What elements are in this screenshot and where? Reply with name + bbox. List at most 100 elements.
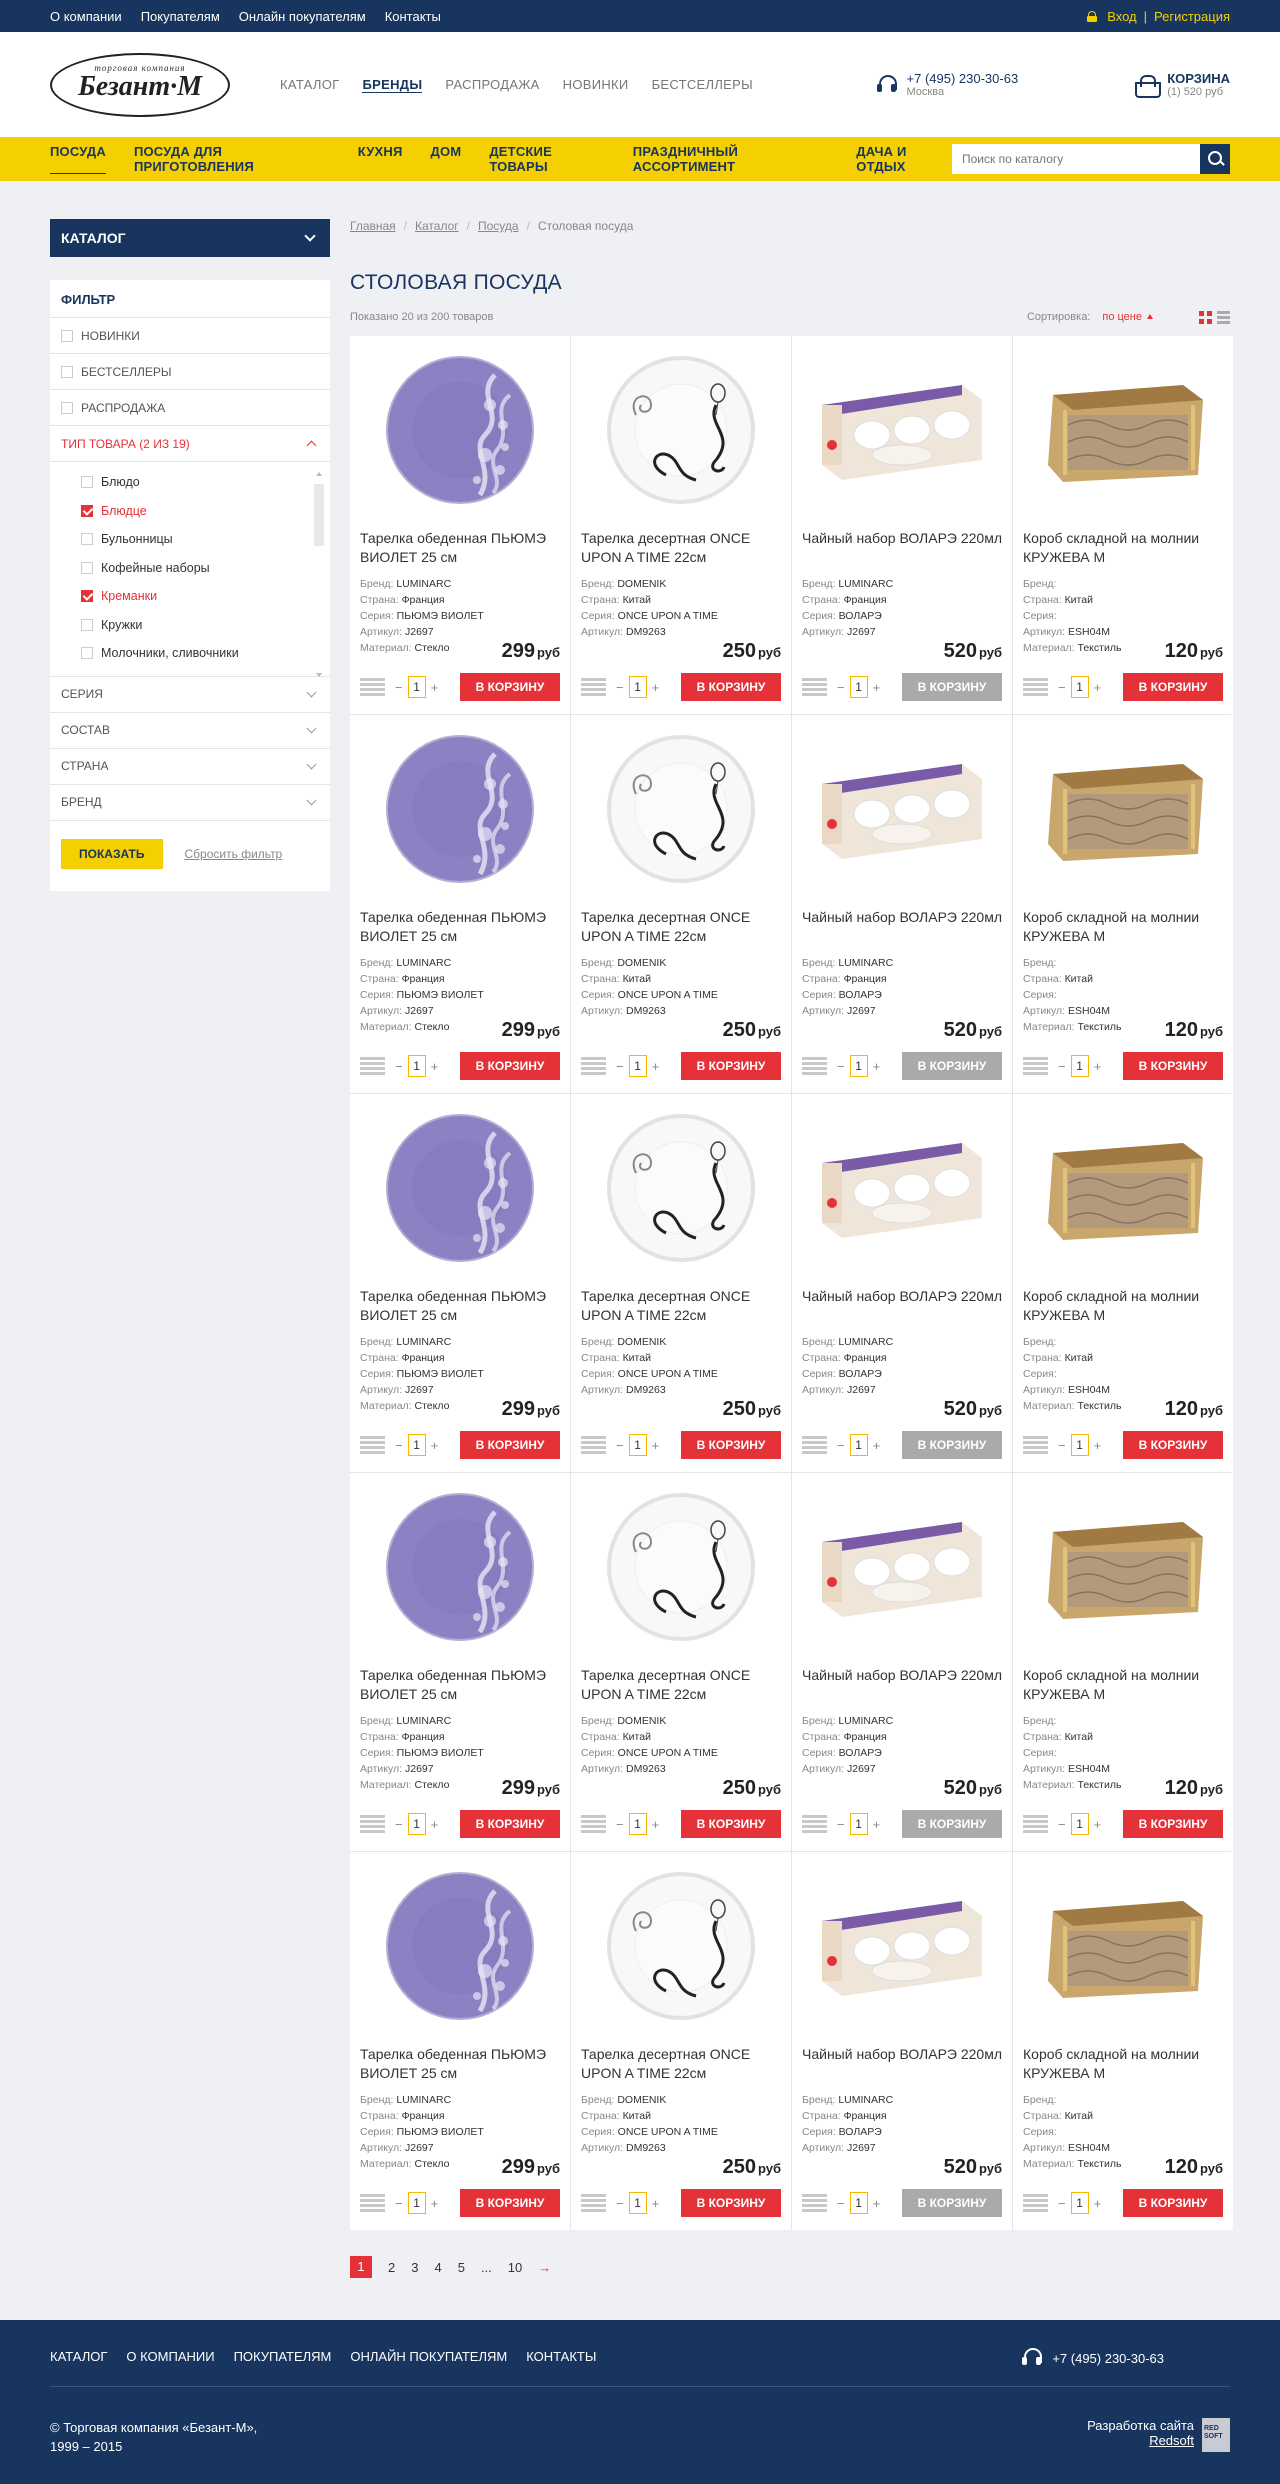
quantity-value[interactable]: 1 <box>849 1813 868 1835</box>
quantity-stepper[interactable]: −1 + <box>616 2192 659 2214</box>
quantity-stepper[interactable]: −1 + <box>616 1813 659 1835</box>
minus-icon[interactable]: − <box>837 2196 845 2211</box>
minus-icon[interactable]: − <box>837 1059 845 1074</box>
product-thumb[interactable] <box>802 346 1002 514</box>
compare-icon[interactable] <box>581 1815 606 1833</box>
filter-series[interactable]: СЕРИЯ <box>50 677 330 713</box>
minus-icon[interactable]: − <box>837 1438 845 1453</box>
plus-icon[interactable]: + <box>652 1438 660 1453</box>
checkbox[interactable] <box>81 618 93 631</box>
product-name[interactable]: Тарелка обеденная ПЬЮМЭ ВИОЛЕТ 25 см <box>360 1666 560 1704</box>
nav-bestsellers[interactable]: БЕСТСЕЛЛЕРЫ <box>652 77 753 93</box>
product-name[interactable]: Короб складной на молнии КРУЖЕВА М <box>1023 1666 1223 1704</box>
compare-icon[interactable] <box>802 2194 827 2212</box>
minus-icon[interactable]: − <box>395 1059 403 1074</box>
plus-icon[interactable]: + <box>1094 1438 1102 1453</box>
filter-brand[interactable]: БРЕНД <box>50 785 330 821</box>
checkbox[interactable] <box>61 365 73 378</box>
developer-link[interactable]: Redsoft <box>1149 2433 1194 2448</box>
product-image[interactable] <box>385 1492 535 1642</box>
product-thumb[interactable] <box>360 725 560 893</box>
quantity-stepper[interactable]: −1 + <box>1058 1055 1101 1077</box>
quantity-value[interactable]: 1 <box>1070 676 1089 698</box>
nav-sale[interactable]: РАСПРОДАЖА <box>445 77 539 93</box>
add-to-cart-button[interactable]: В КОРЗИНУ <box>1123 1810 1223 1838</box>
add-to-cart-button[interactable]: В КОРЗИНУ <box>681 2189 781 2217</box>
plus-icon[interactable]: + <box>873 680 881 695</box>
page-link[interactable]: 3 <box>411 2260 418 2275</box>
quantity-stepper[interactable]: −1 + <box>1058 1434 1101 1456</box>
compare-icon[interactable] <box>360 678 385 696</box>
product-thumb[interactable] <box>802 1483 1002 1651</box>
filter-new[interactable]: НОВИНКИ <box>50 318 330 354</box>
compare-icon[interactable] <box>581 1057 606 1075</box>
product-thumb[interactable] <box>581 725 781 893</box>
plus-icon[interactable]: + <box>431 1817 439 1832</box>
product-image[interactable] <box>385 355 535 505</box>
quantity-value[interactable]: 1 <box>407 1813 426 1835</box>
compare-icon[interactable] <box>1023 678 1048 696</box>
product-image[interactable] <box>606 1492 756 1642</box>
minus-icon[interactable]: − <box>395 2196 403 2211</box>
top-link-about[interactable]: О компании <box>50 9 122 24</box>
compare-icon[interactable] <box>802 1436 827 1454</box>
minus-icon[interactable]: − <box>1058 1438 1066 1453</box>
type-option[interactable]: Блюдце <box>50 497 330 526</box>
add-to-cart-button[interactable]: В КОРЗИНУ <box>902 2189 1002 2217</box>
product-thumb[interactable] <box>1023 1104 1223 1272</box>
add-to-cart-button[interactable]: В КОРЗИНУ <box>1123 673 1223 701</box>
product-name[interactable]: Чайный набор ВОЛАРЭ 220мл <box>802 1666 1002 1704</box>
login-link[interactable]: Вход <box>1107 9 1136 24</box>
add-to-cart-button[interactable]: В КОРЗИНУ <box>681 673 781 701</box>
product-name[interactable]: Короб складной на молнии КРУЖЕВА М <box>1023 2045 1223 2083</box>
minus-icon[interactable]: − <box>837 680 845 695</box>
next-page-arrow-icon[interactable]: → <box>538 2260 551 2275</box>
plus-icon[interactable]: + <box>652 2196 660 2211</box>
quantity-stepper[interactable]: −1 + <box>395 1813 438 1835</box>
product-image[interactable] <box>812 1891 992 2001</box>
product-thumb[interactable] <box>581 1104 781 1272</box>
checkbox[interactable] <box>81 647 93 660</box>
compare-icon[interactable] <box>581 678 606 696</box>
compare-icon[interactable] <box>360 1815 385 1833</box>
quantity-stepper[interactable]: −1 + <box>1058 676 1101 698</box>
grid-view-icon[interactable] <box>1199 310 1212 324</box>
product-name[interactable]: Тарелка десертная ONCE UPON A TIME 22см <box>581 908 781 946</box>
add-to-cart-button[interactable]: В КОРЗИНУ <box>902 673 1002 701</box>
category-tableware[interactable]: ПОСУДА <box>50 144 106 174</box>
quantity-value[interactable]: 1 <box>407 1055 426 1077</box>
compare-icon[interactable] <box>1023 1815 1048 1833</box>
quantity-stepper[interactable]: −1 + <box>1058 1813 1101 1835</box>
page-link[interactable]: 4 <box>434 2260 441 2275</box>
minus-icon[interactable]: − <box>616 1817 624 1832</box>
plus-icon[interactable]: + <box>873 1438 881 1453</box>
catalog-dropdown[interactable]: КАТАЛОГ <box>50 219 330 257</box>
product-image[interactable] <box>812 1133 992 1243</box>
product-thumb[interactable] <box>360 346 560 514</box>
product-name[interactable]: Короб складной на молнии КРУЖЕВА М <box>1023 908 1223 946</box>
phone-number[interactable]: +7 (495) 230-30-63 <box>907 71 1019 86</box>
quantity-stepper[interactable]: −1 + <box>837 2192 880 2214</box>
product-image[interactable] <box>1033 1507 1213 1627</box>
product-image[interactable] <box>1033 1886 1213 2006</box>
show-button[interactable]: ПОКАЗАТЬ <box>61 838 163 869</box>
quantity-value[interactable]: 1 <box>628 676 647 698</box>
breadcrumb-tableware[interactable]: Посуда <box>478 219 519 233</box>
plus-icon[interactable]: + <box>652 1059 660 1074</box>
add-to-cart-button[interactable]: В КОРЗИНУ <box>1123 2189 1223 2217</box>
quantity-value[interactable]: 1 <box>849 1055 868 1077</box>
add-to-cart-button[interactable]: В КОРЗИНУ <box>902 1431 1002 1459</box>
type-option[interactable]: Блюдо <box>50 468 330 497</box>
checkbox[interactable] <box>81 476 93 489</box>
quantity-value[interactable]: 1 <box>628 1813 647 1835</box>
quantity-stepper[interactable]: −1 + <box>837 1434 880 1456</box>
quantity-value[interactable]: 1 <box>407 1434 426 1456</box>
compare-icon[interactable] <box>1023 1057 1048 1075</box>
filter-type-header[interactable]: ТИП ТОВАРА (2 ИЗ 19) <box>50 426 330 462</box>
sort-select[interactable]: по цене <box>1102 311 1153 323</box>
plus-icon[interactable]: + <box>873 1059 881 1074</box>
search-input[interactable] <box>952 144 1200 174</box>
quantity-stepper[interactable]: −1 + <box>837 1055 880 1077</box>
product-thumb[interactable] <box>1023 725 1223 893</box>
checkbox[interactable] <box>81 504 93 517</box>
